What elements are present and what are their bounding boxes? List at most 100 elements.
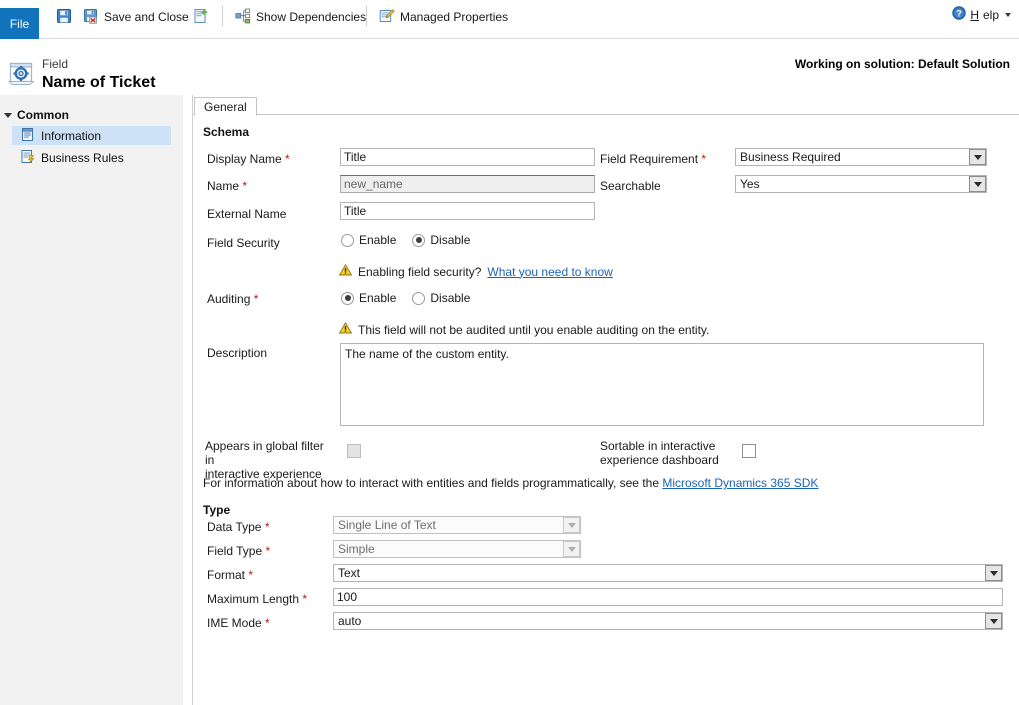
chevron-down-icon: [973, 154, 982, 160]
required-marker: *: [261, 616, 270, 630]
format-value: Text: [338, 566, 361, 580]
tab-general[interactable]: General: [194, 97, 257, 116]
page-header-text: Field Name of Ticket: [42, 57, 156, 93]
radio-icon: [412, 291, 426, 305]
field-security-option-enable[interactable]: Enable: [341, 233, 396, 247]
name-label-text: Name: [207, 179, 240, 193]
required-marker: *: [245, 568, 254, 582]
ime-mode-value: auto: [338, 614, 362, 628]
save-and-close-label: Save and Close: [104, 10, 189, 24]
radio-icon-selected: [341, 291, 354, 305]
save-and-close-button[interactable]: Save and Close: [80, 5, 192, 29]
dropdown-button[interactable]: [969, 176, 986, 192]
sidebar-group-common[interactable]: Common: [4, 108, 69, 122]
global-filter-label-line1: Appears in global filter in: [205, 439, 324, 467]
field-security-option-disable-label: Disable: [430, 233, 471, 247]
sortable-checkbox[interactable]: [742, 444, 756, 458]
required-marker: *: [698, 152, 707, 166]
searchable-select[interactable]: Yes: [735, 175, 987, 193]
section-title-type: Type: [203, 503, 231, 517]
data-type-label: Data Type *: [207, 520, 270, 534]
save-and-close-icon: [83, 8, 99, 27]
sidebar-item-business-rules[interactable]: Business Rules: [12, 148, 171, 167]
solution-context-label: Working on solution: Default Solution: [794, 57, 1010, 71]
page-kind-label: Field: [42, 57, 69, 71]
save-button[interactable]: [53, 5, 75, 29]
show-dependencies-button[interactable]: Show Dependencies: [232, 5, 369, 29]
show-dependencies-label: Show Dependencies: [256, 10, 367, 24]
global-filter-checkbox: [347, 444, 361, 458]
sidebar: Common Information Business Rules: [0, 95, 183, 705]
field-security-radio-group: Enable Disable: [341, 233, 480, 247]
description-label: Description: [207, 346, 268, 360]
field-requirement-label: Field Requirement *: [600, 152, 706, 166]
ime-mode-label-text: IME Mode: [207, 616, 262, 630]
format-select[interactable]: Text: [333, 564, 1003, 582]
name-label: Name *: [207, 179, 247, 193]
data-type-value: Single Line of Text: [338, 518, 436, 532]
new-button[interactable]: [190, 5, 212, 29]
display-name-input[interactable]: [340, 148, 595, 166]
chevron-down-icon: [567, 546, 576, 552]
name-input: [340, 175, 595, 193]
field-requirement-select[interactable]: Business Required: [735, 148, 987, 166]
auditing-radio-group: Enable Disable: [341, 291, 480, 305]
required-marker: *: [299, 592, 308, 606]
new-icon: [193, 8, 209, 27]
sortable-label: Sortable in interactive experience dashb…: [600, 439, 740, 467]
sortable-label-line2: experience dashboard: [600, 453, 719, 467]
auditing-label: Auditing *: [207, 292, 258, 306]
auditing-label-text: Auditing: [207, 292, 251, 306]
managed-properties-button[interactable]: Managed Properties: [376, 5, 511, 29]
ime-mode-label: IME Mode *: [207, 616, 270, 630]
external-name-input[interactable]: [340, 202, 595, 220]
auditing-warning: This field will not be audited until you…: [338, 321, 709, 337]
description-textarea[interactable]: [340, 343, 984, 426]
ime-mode-select[interactable]: auto: [333, 612, 1003, 630]
sdk-note-text: For information about how to interact wi…: [203, 476, 659, 490]
field-gear-icon: [7, 62, 35, 87]
dropdown-button: [563, 541, 580, 557]
format-label-text: Format: [207, 568, 246, 582]
ribbon-toolbar: File Save and Close Show Dependencies Ma…: [0, 0, 1019, 39]
chevron-down-icon: [973, 181, 982, 187]
help-label: elp: [982, 7, 999, 22]
chevron-down-icon: [989, 618, 998, 624]
required-marker: *: [250, 292, 259, 306]
dropdown-button[interactable]: [985, 613, 1002, 629]
field-security-warning: Enabling field security? What you need t…: [338, 263, 613, 279]
managed-properties-icon: [379, 8, 395, 27]
searchable-label: Searchable: [600, 179, 661, 193]
display-name-label: Display Name *: [207, 152, 290, 166]
file-tab[interactable]: File: [0, 8, 39, 39]
toolbar-separator-2: [366, 6, 367, 26]
sdk-link[interactable]: Microsoft Dynamics 365 SDK: [662, 476, 818, 490]
field-type-label: Field Type *: [207, 544, 270, 558]
required-marker: *: [262, 544, 271, 558]
maximum-length-input[interactable]: [333, 588, 1003, 606]
collapse-triangle-icon: [4, 112, 12, 118]
auditing-option-enable[interactable]: Enable: [341, 291, 396, 305]
save-icon: [56, 8, 72, 27]
sidebar-item-information[interactable]: Information: [12, 126, 171, 145]
auditing-option-disable[interactable]: Disable: [412, 291, 470, 305]
required-marker: *: [239, 179, 248, 193]
content-panel: General Schema Display Name * Name * Ext…: [192, 95, 1019, 705]
field-security-option-disable[interactable]: Disable: [412, 233, 470, 247]
required-marker: *: [281, 152, 290, 166]
searchable-value: Yes: [740, 177, 760, 191]
data-type-label-text: Data Type: [207, 520, 262, 534]
dropdown-button[interactable]: [985, 565, 1002, 581]
business-rules-icon: [20, 149, 35, 167]
dropdown-button[interactable]: [969, 149, 986, 165]
warning-icon: [338, 321, 353, 337]
chevron-down-icon: [989, 570, 998, 576]
toolbar-separator-1: [222, 6, 223, 26]
dependencies-icon: [235, 8, 251, 27]
sidebar-item-label: Business Rules: [41, 150, 124, 165]
field-security-warning-link[interactable]: What you need to know: [487, 265, 612, 279]
help-accel-letter: H: [970, 7, 979, 22]
help-button[interactable]: ? Help: [952, 6, 1011, 23]
data-type-select: Single Line of Text: [333, 516, 581, 534]
auditing-option-disable-label: Disable: [430, 291, 471, 305]
